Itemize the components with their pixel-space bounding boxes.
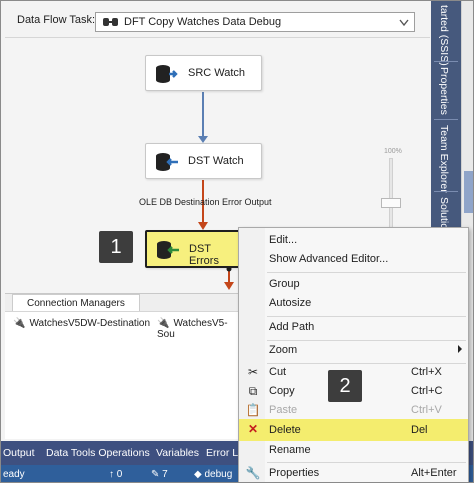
tab-error-list[interactable]: Error Li bbox=[206, 447, 240, 459]
callout-badge: 1 bbox=[99, 231, 133, 263]
menu-item-shortcut: Alt+Enter bbox=[411, 467, 457, 479]
branch-icon: ◆ bbox=[194, 469, 202, 480]
unpushed-commits[interactable]: ↑ 0 bbox=[109, 469, 122, 480]
error-output-arrowhead bbox=[224, 282, 234, 290]
component-context-menu: Edit... Show Advanced Editor... Group Au… bbox=[238, 227, 469, 482]
menu-item-label: Group bbox=[269, 278, 300, 290]
component-label: DST Errors bbox=[189, 243, 219, 267]
pencil-icon: ✎ bbox=[151, 469, 160, 480]
error-arrowhead bbox=[198, 222, 208, 230]
unpushed-count: 0 bbox=[116, 469, 123, 480]
menu-item-label: Add Path bbox=[269, 321, 315, 333]
tab-connection-managers[interactable]: Connection Managers bbox=[12, 294, 140, 312]
wrench-icon: 🔧 bbox=[245, 466, 261, 480]
tab-data-tools-operations[interactable]: Data Tools Operations bbox=[46, 447, 150, 459]
connection-managers-panel: 🔌 WatchesV5DW-Destination 🔌 WatchesV5-Sou bbox=[5, 311, 238, 439]
component-label: DST Watch bbox=[188, 155, 244, 167]
task-selector-label: Data Flow Task: bbox=[17, 14, 96, 26]
menu-item-label: Copy bbox=[269, 385, 295, 397]
tab-solution-explorer[interactable]: Solutio bbox=[438, 197, 450, 229]
connection-manager-item[interactable]: 🔌 WatchesV5DW-Destination bbox=[13, 318, 150, 329]
scissors-icon: ✂ bbox=[247, 365, 259, 379]
menu-item-label: Autosize bbox=[269, 297, 312, 309]
task-dropdown[interactable]: DFT Copy Watches Data Debug bbox=[95, 12, 415, 32]
component-label: SRC Watch bbox=[188, 67, 246, 79]
menu-item-shortcut: Ctrl+X bbox=[411, 366, 442, 378]
scrollbar-thumb[interactable] bbox=[464, 171, 473, 213]
paste-icon: 📋 bbox=[245, 403, 261, 417]
zoom-level-label: 100% bbox=[384, 148, 402, 155]
pending-count: 7 bbox=[162, 469, 168, 480]
component-dst-watch[interactable]: DST Watch bbox=[145, 143, 262, 179]
delete-x-icon: ✕ bbox=[247, 422, 259, 436]
task-selector-bar: Data Flow Task: DFT Copy Watches Data De… bbox=[5, 5, 430, 35]
branch-name: debug bbox=[204, 469, 233, 480]
menu-item-label: Paste bbox=[269, 404, 298, 416]
destination-icon bbox=[157, 241, 179, 259]
source-icon bbox=[156, 65, 178, 83]
component-src-watch[interactable]: SRC Watch bbox=[145, 55, 262, 91]
plug-icon: 🔌 bbox=[13, 318, 26, 329]
menu-item-zoom[interactable]: Zoom bbox=[239, 341, 468, 360]
menu-separator bbox=[267, 272, 466, 273]
tab-label: Connection Managers bbox=[27, 298, 125, 309]
menu-item-paste: 📋 Paste Ctrl+V bbox=[239, 401, 468, 420]
connection-managers-tabrow: Connection Managers bbox=[5, 293, 238, 312]
branch-indicator[interactable]: ◆ debug bbox=[194, 469, 232, 480]
submenu-arrow-icon bbox=[458, 345, 462, 353]
plug-icon: 🔌 bbox=[157, 318, 170, 329]
menu-item-rename[interactable]: Rename bbox=[239, 441, 468, 460]
menu-item-shortcut: Del bbox=[411, 424, 428, 436]
menu-item-label: Edit... bbox=[269, 234, 298, 246]
destination-icon bbox=[156, 153, 178, 171]
menu-item-edit[interactable]: Edit... bbox=[239, 231, 468, 250]
menu-item-show-advanced-editor[interactable]: Show Advanced Editor... bbox=[239, 250, 468, 269]
menu-item-shortcut: Ctrl+V bbox=[411, 404, 442, 416]
divider bbox=[434, 119, 458, 120]
menu-item-label: Properties bbox=[269, 467, 320, 479]
divider bbox=[434, 61, 458, 62]
flow-arrowhead bbox=[198, 136, 208, 143]
menu-item-group[interactable]: Group bbox=[239, 275, 468, 294]
data-flow-task-icon bbox=[103, 18, 118, 26]
connection-manager-label: WatchesV5DW-Destination bbox=[29, 318, 151, 329]
tab-getting-started[interactable]: tarted (SSIS) bbox=[438, 5, 450, 66]
error-output-label: OLE DB Destination Error Output bbox=[139, 197, 272, 207]
component-dst-errors[interactable]: DST Errors bbox=[145, 230, 245, 268]
tab-variables[interactable]: Variables bbox=[156, 447, 199, 459]
connection-manager-item[interactable]: 🔌 WatchesV5-Sou bbox=[157, 318, 238, 340]
arrow-up-icon: ↑ bbox=[109, 469, 114, 480]
menu-item-delete[interactable]: ✕ Delete Del bbox=[239, 419, 468, 441]
divider bbox=[434, 191, 458, 192]
callout-badge: 2 bbox=[328, 370, 362, 402]
tab-properties[interactable]: Properties bbox=[438, 67, 450, 115]
pending-changes[interactable]: ✎ 7 bbox=[151, 469, 168, 480]
menu-item-shortcut: Ctrl+C bbox=[411, 385, 443, 397]
tab-team-explorer[interactable]: Team Explorer bbox=[438, 125, 450, 193]
ssis-designer-window: Data Flow Task: DFT Copy Watches Data De… bbox=[0, 0, 474, 483]
status-text: eady bbox=[3, 469, 25, 480]
menu-item-label: Delete bbox=[269, 424, 301, 436]
copy-icon: ⧉ bbox=[248, 384, 258, 398]
chevron-down-icon bbox=[399, 19, 409, 27]
menu-item-label: Show Advanced Editor... bbox=[269, 253, 389, 265]
menu-item-autosize[interactable]: Autosize bbox=[239, 294, 468, 313]
selected-task-name: DFT Copy Watches Data Debug bbox=[124, 16, 282, 28]
menu-item-label: Rename bbox=[269, 444, 311, 456]
menu-separator bbox=[267, 462, 466, 463]
menu-separator bbox=[267, 316, 466, 317]
zoom-slider-thumb[interactable] bbox=[381, 198, 401, 208]
menu-item-add-path[interactable]: Add Path bbox=[239, 318, 468, 337]
tab-output[interactable]: Output bbox=[3, 447, 35, 459]
menu-item-label: Cut bbox=[269, 366, 287, 378]
menu-item-properties[interactable]: 🔧 Properties Alt+Enter bbox=[239, 464, 468, 482]
menu-item-label: Zoom bbox=[269, 344, 298, 356]
